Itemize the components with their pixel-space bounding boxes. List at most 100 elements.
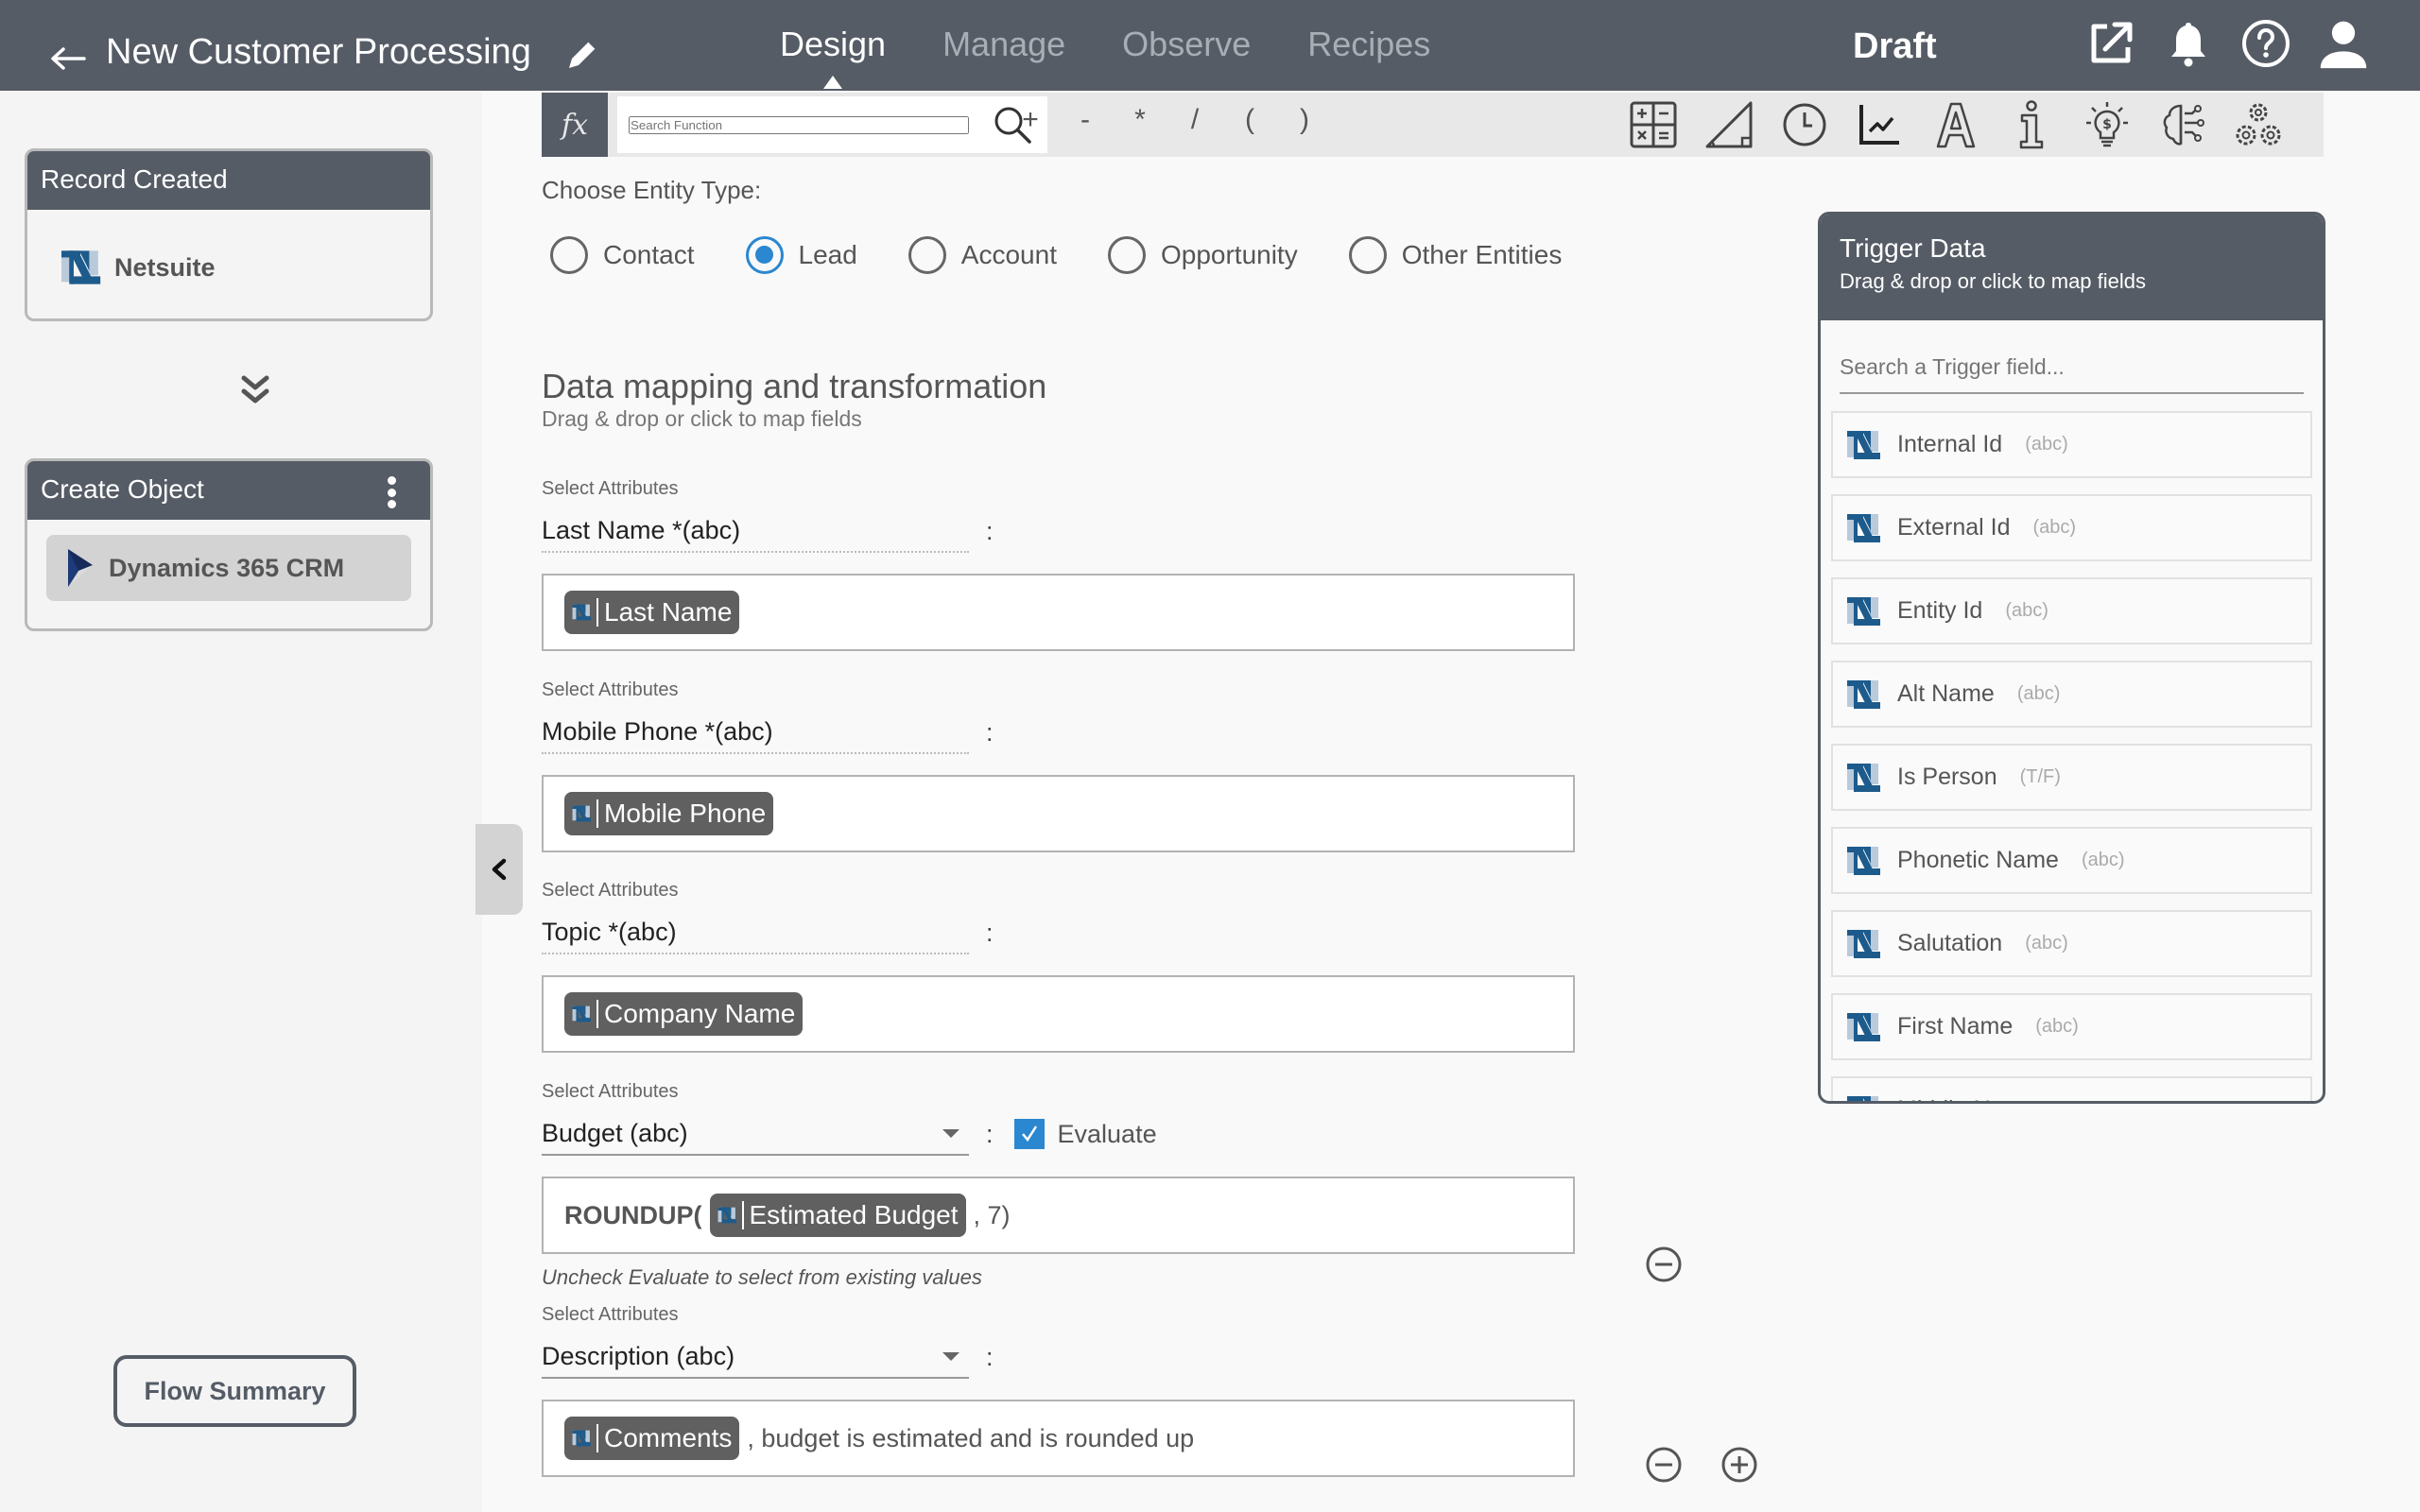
netsuite-logo-icon: [1846, 762, 1880, 794]
operator-plus[interactable]: +: [1003, 104, 1058, 136]
edit-title-button[interactable]: [563, 36, 601, 74]
mapping-value-field[interactable]: Company Name: [542, 975, 1575, 1053]
attribute-select[interactable]: Last Name *(abc): [542, 509, 969, 553]
mapping-value-field[interactable]: Comments , budget is estimated and is ro…: [542, 1400, 1575, 1477]
formula-value-field[interactable]: ROUNDUP( Estimated Budget , 7): [542, 1177, 1575, 1254]
radio-label: Lead: [798, 240, 857, 269]
trigger-field-list[interactable]: Internal Id (abc) External Id (abc) Entity…: [1821, 394, 2323, 1101]
remove-row-button[interactable]: [1645, 1446, 1683, 1484]
operator-close-paren[interactable]: ): [1277, 104, 1332, 136]
field-chip[interactable]: Last Name: [564, 591, 740, 634]
help-button[interactable]: [2239, 17, 2292, 70]
mapping-value-field[interactable]: Last Name: [542, 574, 1575, 651]
attribute-select[interactable]: Mobile Phone *(abc): [542, 711, 969, 754]
select-attributes-label: Select Attributes: [542, 1304, 679, 1325]
field-type: (abc): [2032, 517, 2077, 538]
attribute-dropdown[interactable]: Description (abc): [542, 1335, 969, 1379]
tab-manage[interactable]: Manage: [942, 25, 1065, 64]
netsuite-logo-icon: [572, 1003, 591, 1025]
radio-circle[interactable]: [1107, 236, 1146, 274]
radio-circle-selected[interactable]: [745, 236, 784, 274]
external-link-icon: [2091, 22, 2133, 63]
action-node[interactable]: Create Object Dynamics 365 CRM: [25, 458, 433, 631]
tab-recipes[interactable]: Recipes: [1307, 25, 1430, 64]
trigonometry-functions-button[interactable]: [1703, 98, 1755, 151]
trigger-field-item[interactable]: Alt Name (abc): [1831, 661, 2312, 728]
remove-row-button[interactable]: [1645, 1246, 1683, 1283]
radio-account[interactable]: Account: [908, 236, 1057, 274]
field-name: Middle Name: [1897, 1096, 2036, 1101]
trigger-field-item[interactable]: Internal Id (abc): [1831, 411, 2312, 478]
advanced-functions-button[interactable]: [2232, 98, 2285, 151]
tab-observe[interactable]: Observe: [1122, 25, 1251, 64]
checkbox-checked[interactable]: [1013, 1119, 1045, 1149]
field-chip[interactable]: Comments: [564, 1417, 740, 1460]
radio-circle[interactable]: [908, 236, 946, 274]
collapse-sidebar-button[interactable]: [475, 824, 523, 915]
attribute-value: Budget (abc): [542, 1118, 688, 1147]
notifications-button[interactable]: [2162, 17, 2215, 70]
text-functions-button[interactable]: [1929, 98, 1982, 151]
field-chip[interactable]: Estimated Budget: [709, 1194, 966, 1237]
trigger-field-item[interactable]: First Name (abc): [1831, 993, 2312, 1060]
more-options-button[interactable]: [387, 476, 396, 508]
trigger-field-item[interactable]: Entity Id (abc): [1831, 577, 2312, 644]
date-time-functions-button[interactable]: [1778, 98, 1831, 151]
field-chip[interactable]: Company Name: [564, 992, 804, 1036]
trigger-field-item[interactable]: Is Person (T/F): [1831, 744, 2312, 811]
function-search-input[interactable]: [629, 115, 969, 134]
trigger-app[interactable]: Netsuite: [48, 234, 409, 301]
add-row-button[interactable]: [1720, 1446, 1758, 1484]
trigger-node-title: Record Created: [27, 151, 430, 210]
external-link-button[interactable]: [2084, 17, 2137, 70]
attribute-dropdown[interactable]: Budget (abc): [542, 1112, 969, 1156]
action-node-title-text: Create Object: [41, 474, 204, 504]
radio-contact[interactable]: Contact: [550, 236, 695, 274]
operator-minus[interactable]: -: [1058, 104, 1113, 136]
select-attributes-label: Select Attributes: [542, 1081, 679, 1102]
field-chip[interactable]: Mobile Phone: [564, 792, 774, 835]
entity-type-label: Choose Entity Type:: [542, 176, 762, 204]
trigger-panel-title: Trigger Data: [1840, 233, 1986, 263]
ai-functions-button[interactable]: [2156, 98, 2209, 151]
trigger-panel-subtitle: Drag & drop or click to map fields: [1840, 269, 2147, 293]
field-type: (abc): [2005, 600, 2048, 621]
radio-circle[interactable]: [1348, 236, 1387, 274]
radio-lead[interactable]: Lead: [745, 236, 857, 274]
netsuite-logo-icon: [572, 601, 591, 624]
trigger-field-item[interactable]: Salutation (abc): [1831, 910, 2312, 977]
help-icon: [2242, 20, 2290, 67]
field-type: (abc): [2025, 434, 2068, 455]
clock-icon: [1783, 103, 1826, 146]
back-button[interactable]: [47, 40, 89, 77]
trigger-field-item[interactable]: Phonetic Name (abc): [1831, 827, 2312, 894]
radio-other-entities[interactable]: Other Entities: [1348, 236, 1562, 274]
attribute-value: Mobile Phone *(abc): [542, 716, 773, 746]
mapping-value-field[interactable]: Mobile Phone: [542, 775, 1575, 852]
trigger-search-input[interactable]: [1840, 353, 2304, 380]
financial-functions-button[interactable]: $: [2081, 98, 2134, 151]
operator-open-paren[interactable]: (: [1222, 104, 1277, 136]
netsuite-logo-icon: [1846, 429, 1880, 461]
info-icon: [2019, 100, 2044, 149]
operator-divide[interactable]: /: [1167, 104, 1222, 136]
netsuite-logo-icon: [1846, 845, 1880, 877]
math-functions-button[interactable]: [1627, 98, 1680, 151]
statistics-functions-button[interactable]: [1854, 98, 1907, 151]
netsuite-logo-icon: [1846, 679, 1880, 711]
evaluate-checkbox[interactable]: Evaluate: [1013, 1119, 1157, 1149]
radio-circle[interactable]: [550, 236, 588, 274]
colon-separator: :: [986, 1342, 994, 1371]
flow-summary-button[interactable]: Flow Summary: [113, 1355, 356, 1427]
operator-multiply[interactable]: *: [1113, 104, 1167, 136]
tab-design[interactable]: Design: [780, 25, 886, 64]
attribute-select[interactable]: Topic *(abc): [542, 911, 969, 954]
trigger-field-item[interactable]: External Id (abc): [1831, 494, 2312, 561]
trigger-field-item[interactable]: Middle Name (abc): [1831, 1076, 2312, 1101]
info-functions-button[interactable]: [2005, 98, 2058, 151]
action-app[interactable]: Dynamics 365 CRM: [46, 535, 411, 601]
user-menu-button[interactable]: [2317, 17, 2370, 70]
radio-opportunity[interactable]: Opportunity: [1107, 236, 1298, 274]
field-name: First Name: [1897, 1013, 2014, 1040]
trigger-node[interactable]: Record Created Netsuite: [25, 148, 433, 321]
